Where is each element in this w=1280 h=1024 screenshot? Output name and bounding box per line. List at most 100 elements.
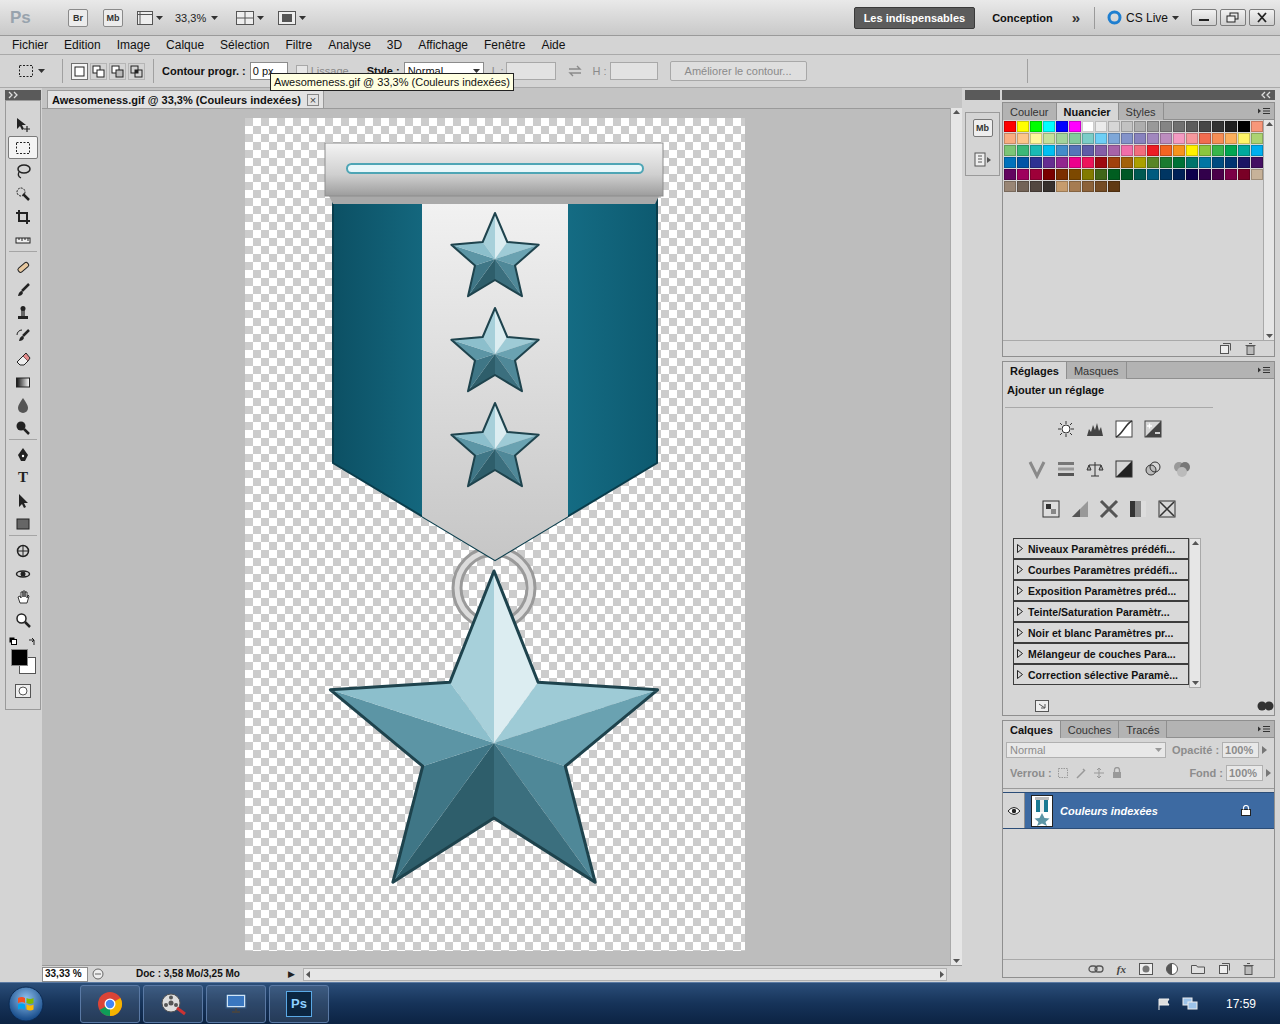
color-swatch[interactable]	[1238, 133, 1250, 144]
color-swatch[interactable]	[1095, 169, 1107, 180]
color-swatch[interactable]	[1108, 145, 1120, 156]
color-swatch[interactable]	[1108, 121, 1120, 132]
zoom-tool[interactable]	[8, 608, 38, 631]
color-swatch[interactable]	[1186, 121, 1198, 132]
color-swatch[interactable]	[1017, 181, 1029, 192]
expand-triangle[interactable]	[1017, 586, 1023, 595]
color-swatch[interactable]	[1173, 133, 1185, 144]
color-swatch[interactable]	[1108, 169, 1120, 180]
color-swatch[interactable]	[1134, 169, 1146, 180]
color-swatch[interactable]	[1173, 145, 1185, 156]
color-swatch[interactable]	[1108, 181, 1120, 192]
expand-triangle[interactable]	[1017, 649, 1023, 658]
new-swatch-button[interactable]	[1219, 343, 1231, 355]
color-swatch[interactable]	[1251, 145, 1263, 156]
gradient-tool[interactable]	[8, 370, 38, 393]
color-swatch[interactable]	[1212, 121, 1224, 132]
color-swatch[interactable]	[1056, 169, 1068, 180]
lock-option[interactable]	[1111, 767, 1123, 779]
panel-tab[interactable]: Styles	[1119, 103, 1164, 120]
dodge-tool[interactable]	[8, 416, 38, 439]
color-swatch[interactable]	[1004, 133, 1016, 144]
default-colors-icon[interactable]	[9, 637, 17, 645]
color-swatch[interactable]	[1082, 157, 1094, 168]
color-swatch[interactable]	[1251, 157, 1263, 168]
color-swatch[interactable]	[1251, 121, 1263, 132]
marquee-tool[interactable]	[8, 136, 38, 159]
minimize-button[interactable]	[1191, 9, 1217, 26]
color-swatch[interactable]	[1030, 169, 1042, 180]
color-swatch[interactable]	[1186, 169, 1198, 180]
heal-tool[interactable]	[8, 255, 38, 278]
lock-option[interactable]	[1075, 767, 1087, 779]
move-tool[interactable]	[8, 113, 38, 136]
color-swatch[interactable]	[1069, 157, 1081, 168]
color-swatch[interactable]	[1251, 169, 1263, 180]
color-swatch[interactable]	[1238, 121, 1250, 132]
return-button[interactable]	[1035, 700, 1049, 712]
color-swatch[interactable]	[1134, 145, 1146, 156]
blend-mode-select[interactable]: Normal	[1006, 742, 1166, 758]
panel-tab[interactable]: Réglages	[1003, 362, 1067, 379]
panel-tab[interactable]: Masques	[1067, 362, 1127, 379]
color-swatch[interactable]	[1147, 145, 1159, 156]
color-swatch[interactable]	[1095, 157, 1107, 168]
link-layers-button[interactable]	[1088, 964, 1104, 974]
toolbox-header[interactable]	[5, 90, 41, 100]
color-swatch[interactable]	[1121, 121, 1133, 132]
color-swatch[interactable]	[1004, 169, 1016, 180]
color-swatch[interactable]	[1212, 157, 1224, 168]
type-tool[interactable]: T	[8, 466, 38, 489]
color-swatch[interactable]	[1160, 145, 1172, 156]
color-swatch[interactable]	[1004, 121, 1016, 132]
color-swatch[interactable]	[1043, 169, 1055, 180]
color-swatch[interactable]	[1160, 169, 1172, 180]
color-swatch[interactable]	[1147, 169, 1159, 180]
menu-item[interactable]: Edition	[64, 38, 101, 52]
quick-mask-button[interactable]	[6, 681, 40, 701]
slider-button[interactable]	[1266, 769, 1271, 777]
menu-item[interactable]: Sélection	[220, 38, 269, 52]
zoom-field[interactable]: 33,33 %	[42, 967, 88, 982]
adjustment-button[interactable]	[1069, 498, 1091, 520]
color-swatch[interactable]	[1238, 145, 1250, 156]
lock-option[interactable]	[1093, 767, 1105, 779]
color-swatch[interactable]	[1082, 145, 1094, 156]
color-swatch[interactable]	[1186, 157, 1198, 168]
color-swatch[interactable]	[1121, 145, 1133, 156]
color-swatch[interactable]	[1082, 121, 1094, 132]
slider-button[interactable]	[1262, 746, 1267, 754]
delete-layer-button[interactable]	[1243, 963, 1254, 975]
adjustment-button[interactable]	[1113, 418, 1135, 440]
info-menu-button[interactable]: ▶	[288, 967, 295, 981]
color-swatch[interactable]	[1095, 121, 1107, 132]
color-swatch[interactable]	[1199, 145, 1211, 156]
color-swatch[interactable]	[1199, 169, 1211, 180]
color-swatch[interactable]	[1069, 133, 1081, 144]
adjustment-button[interactable]	[1142, 418, 1164, 440]
photoshop-taskbar-button[interactable]: Ps	[269, 985, 329, 1023]
color-swatch[interactable]	[1082, 169, 1094, 180]
menu-item[interactable]: Analyse	[328, 38, 371, 52]
color-swatch[interactable]	[1238, 157, 1250, 168]
layer-name[interactable]: Couleurs indexées	[1060, 804, 1240, 818]
layer-row[interactable]: Couleurs indexées	[1003, 792, 1274, 829]
clip-button[interactable]	[1257, 700, 1275, 712]
menu-item[interactable]: Fenêtre	[484, 38, 525, 52]
horizontal-scrollbar[interactable]	[303, 968, 947, 981]
adjustment-button[interactable]	[1127, 498, 1149, 520]
path-tool[interactable]	[8, 489, 38, 512]
swatches-scrollbar[interactable]	[1263, 120, 1274, 340]
color-swatch[interactable]	[1199, 121, 1211, 132]
color-swatch[interactable]	[1160, 121, 1172, 132]
color-swatch[interactable]	[1251, 133, 1263, 144]
panel-tab[interactable]: Nuancier	[1057, 103, 1119, 120]
clock[interactable]: 17:59	[1226, 997, 1256, 1011]
preset-item[interactable]: Noir et blanc Paramètres pr...	[1013, 622, 1189, 643]
color-swatch[interactable]	[1121, 157, 1133, 168]
swap-colors-icon[interactable]	[28, 637, 37, 646]
adjustment-button[interactable]	[1026, 458, 1048, 480]
mini-bridge-button[interactable]: Mb	[103, 9, 123, 27]
color-swatch[interactable]	[1147, 157, 1159, 168]
preset-item[interactable]: Exposition Paramètres préd...	[1013, 580, 1189, 601]
